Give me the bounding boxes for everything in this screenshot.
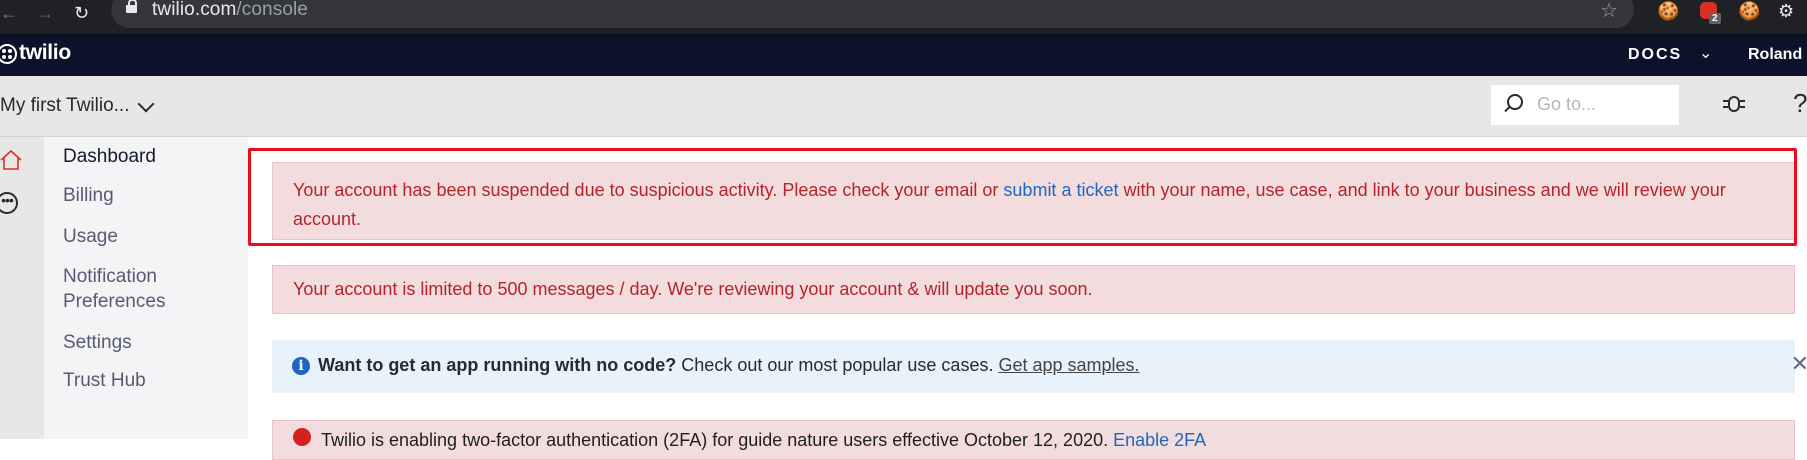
more-icon[interactable]: ••• [0,192,18,214]
cookie-extension-icon[interactable]: 🍪 [1657,1,1679,22]
info-icon: i [292,357,310,375]
twofa-text: Twilio is enabling two-factor authentica… [321,430,1109,450]
enable-2fa-link[interactable]: Enable 2FA [1113,430,1206,450]
cookie-extension-icon-2[interactable]: 🍪 [1738,1,1760,22]
twofa-alert: Twilio is enabling two-factor authentica… [272,420,1795,460]
go-to-search[interactable] [1491,85,1679,125]
sidebar-item-dashboard[interactable]: Dashboard [63,142,156,171]
logo-text: twilio [19,41,71,64]
bug-icon[interactable] [1723,92,1745,114]
limited-alert: Your account is limited to 500 messages … [272,265,1795,314]
extensions-puzzle-icon[interactable]: ⚙ [1778,1,1794,22]
project-selector[interactable]: My first Twilio... [0,95,130,117]
reload-icon[interactable]: ↻ [74,0,89,26]
no-code-text: Check out our most popular use cases. [676,355,999,375]
url-text[interactable]: twilio.com/console [152,0,308,21]
help-icon[interactable]: ? [1793,88,1807,119]
search-icon [1507,94,1523,110]
sidebar-item-usage[interactable]: Usage [63,222,118,251]
extension-badge: 2 [1709,13,1721,24]
adblock-extension-icon[interactable]: 2 [1698,0,1721,24]
chevron-down-icon[interactable] [137,95,155,113]
icon-rail: ••• [0,137,44,439]
lock-icon [126,0,137,13]
sidebar-nav: Dashboard Billing Usage Notification Pre… [44,137,248,439]
error-icon [293,428,311,446]
forward-arrow-icon[interactable]: → [36,0,54,26]
highlight-box [248,148,1797,246]
project-header: My first Twilio... ? [0,76,1807,137]
twilio-logo-icon [0,44,17,64]
sidebar-item-settings[interactable]: Settings [63,328,132,357]
close-icon[interactable]: ✕ [1791,351,1807,377]
home-icon[interactable] [0,149,22,171]
no-code-heading: Want to get an app running with no code? [318,355,677,375]
sidebar-item-billing[interactable]: Billing [63,181,114,210]
user-menu[interactable]: Roland [1748,46,1802,64]
back-arrow-icon[interactable]: ← [0,0,18,26]
limited-alert-text: Your account is limited to 500 messages … [293,279,1093,299]
get-app-samples-link[interactable]: Get app samples. [998,355,1139,375]
star-icon[interactable]: ☆ [1600,0,1618,23]
chevron-down-icon[interactable]: ⌄ [1699,43,1712,63]
console-top-bar: twilio DOCS ⌄ Roland [0,34,1807,76]
address-bar[interactable]: twilio.com/console ☆ [111,0,1634,28]
browser-toolbar: ← → ↻ twilio.com/console ☆ 🍪 2 🍪 ⚙ [0,0,1807,34]
sidebar-item-trust-hub[interactable]: Trust Hub [63,366,146,395]
sidebar-item-preferences[interactable]: Preferences [63,287,165,316]
search-input[interactable] [1535,93,1669,116]
docs-menu[interactable]: DOCS [1628,46,1682,64]
no-code-banner: i Want to get an app running with no cod… [272,340,1807,393]
